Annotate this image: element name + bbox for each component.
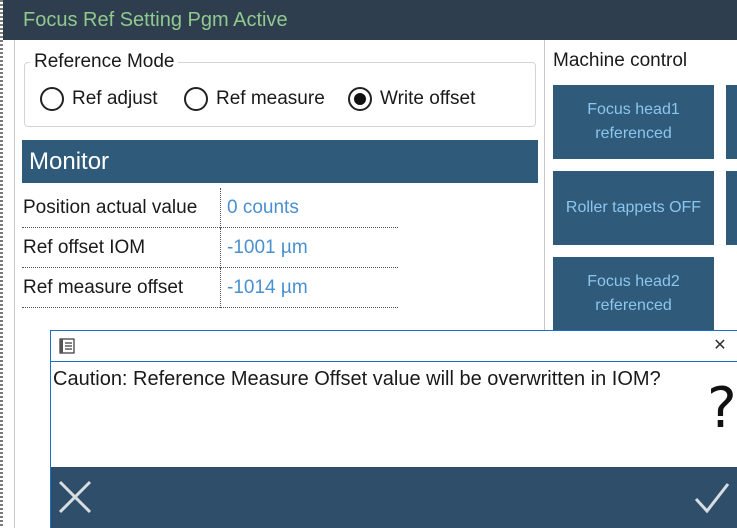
dialog-message: Caution: Reference Measure Offset value … xyxy=(53,368,661,390)
radio-circle-icon[interactable] xyxy=(40,87,64,111)
radio-label: Ref adjust xyxy=(72,88,158,109)
monitor-value: 0 counts xyxy=(227,197,299,218)
cancel-x-icon[interactable] xyxy=(57,479,93,515)
question-icon: ? xyxy=(707,376,737,441)
close-icon[interactable]: ✕ xyxy=(709,335,731,357)
radio-ref-adjust[interactable]: Ref adjust xyxy=(40,86,158,112)
monitor-label: Position actual value xyxy=(23,188,221,228)
dialog-footer xyxy=(51,467,737,528)
focus-head1-button[interactable]: Focus head1 referenced xyxy=(553,85,714,159)
monitor-row: Ref measure offset -1014 µm xyxy=(22,268,398,308)
monitor-row: Position actual value 0 counts xyxy=(22,188,398,228)
monitor-value: -1014 µm xyxy=(227,277,308,298)
monitor-label: Ref measure offset xyxy=(23,268,221,308)
focus-head2-button[interactable]: Focus head2 referenced xyxy=(553,257,714,331)
monitor-row: Ref offset IOM -1001 µm xyxy=(22,228,398,268)
window-title: Focus Ref Setting Pgm Active xyxy=(3,0,737,40)
machine-control-title: Machine control xyxy=(553,50,688,71)
window-frame-edge xyxy=(0,0,3,528)
radio-label: Ref measure xyxy=(216,88,325,109)
radio-write-offset[interactable]: Write offset xyxy=(348,86,475,112)
machine-button-partial[interactable] xyxy=(726,85,737,159)
radio-circle-icon[interactable] xyxy=(184,87,208,111)
radio-ref-measure[interactable]: Ref measure xyxy=(184,86,325,112)
checkmark-icon[interactable] xyxy=(693,481,731,515)
monitor-header: Monitor xyxy=(22,140,538,183)
machine-button-partial[interactable] xyxy=(726,171,737,245)
confirm-dialog: ✕ Caution: Reference Measure Offset valu… xyxy=(50,330,737,528)
reference-mode-legend: Reference Mode xyxy=(30,51,179,73)
dialog-titlebar: ✕ xyxy=(51,331,737,361)
roller-tappets-button[interactable]: Roller tappets OFF xyxy=(553,171,714,245)
app-document-icon xyxy=(59,338,75,354)
monitor-value: -1001 µm xyxy=(227,237,308,258)
monitor-label: Ref offset IOM xyxy=(23,228,221,268)
radio-circle-checked-icon[interactable] xyxy=(348,87,372,111)
main-panel-border xyxy=(14,40,15,528)
radio-label: Write offset xyxy=(380,88,476,109)
